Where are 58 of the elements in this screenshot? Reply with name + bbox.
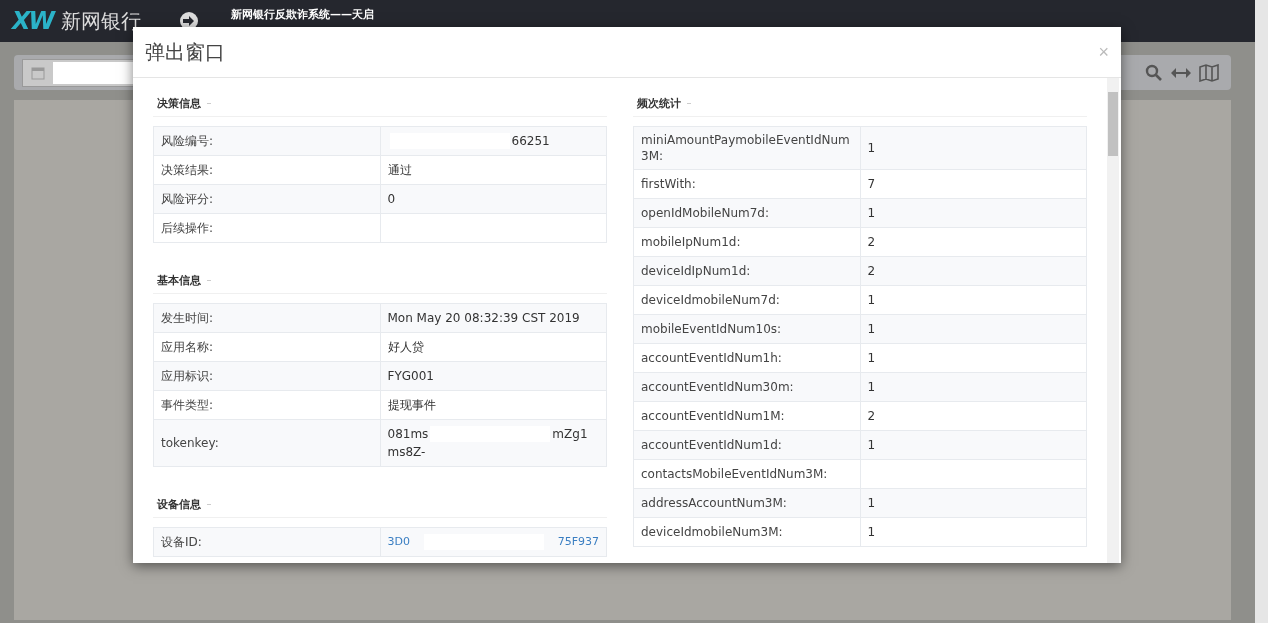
double-arrow-icon[interactable]: [1171, 66, 1191, 79]
field-label: accountEventIdNum1M:: [633, 401, 860, 431]
section-title: 决策信息: [157, 95, 201, 111]
field-value: 2: [860, 227, 1087, 257]
field-label: deviceIdmobileNum7d:: [633, 285, 860, 315]
field-value: 1: [860, 126, 1087, 170]
section-title: 设备信息: [157, 496, 201, 512]
calendar-icon: [31, 65, 45, 80]
field-label: accountEventIdNum1d:: [633, 430, 860, 460]
field-value: 1: [860, 488, 1087, 518]
field-label: deviceIdIpNum1d:: [633, 256, 860, 286]
field-label: openIdMobileNum7d:: [633, 198, 860, 228]
field-value: 通过: [380, 155, 607, 185]
field-label: addressAccountNum3M:: [633, 488, 860, 518]
field-value: 2: [860, 401, 1087, 431]
field-label: 设备ID:: [153, 527, 380, 557]
field-value: 好人贷: [380, 332, 607, 362]
field-label: deviceIdmobileNum3M:: [633, 517, 860, 547]
field-label: 应用标识:: [153, 361, 380, 391]
field-value: 1: [860, 314, 1087, 344]
field-label: 决策结果:: [153, 155, 380, 185]
search-icon[interactable]: [1145, 63, 1163, 82]
field-label: contactsMobileEventIdNum3M:: [633, 459, 860, 489]
field-label: 应用名称:: [153, 332, 380, 362]
field-value: 081ms mZg1 ms8Z-: [380, 419, 607, 467]
field-value: 1: [860, 517, 1087, 547]
field-label: accountEventIdNum30m:: [633, 372, 860, 402]
map-icon[interactable]: [1199, 63, 1219, 82]
field-label: tokenkey:: [153, 419, 380, 467]
field-value: 66251: [380, 126, 607, 156]
field-label: 风险评分:: [153, 184, 380, 214]
field-value: 7: [860, 169, 1087, 199]
logo: XW: [12, 7, 53, 35]
field-value: 1: [860, 372, 1087, 402]
field-label: 事件类型:: [153, 390, 380, 420]
field-value: 0: [380, 184, 607, 214]
app-title: 新网银行反欺诈系统——天启: [231, 6, 374, 22]
field-label: mobileEventIdNum10s:: [633, 314, 860, 344]
field-value: 1: [860, 343, 1087, 373]
field-value: FYG001: [380, 361, 607, 391]
field-label: firstWith:: [633, 169, 860, 199]
device-id-link[interactable]: 3D0 75F937: [380, 527, 607, 557]
section-title: 基本信息: [157, 272, 201, 288]
field-value: 1: [860, 198, 1087, 228]
scrollbar[interactable]: [1107, 78, 1119, 563]
field-label: miniAmountPaymobileEventIdNum3M:: [633, 126, 860, 170]
field-label: 风险编号:: [153, 126, 380, 156]
section-title: 频次统计: [637, 95, 681, 111]
field-value: 1: [860, 430, 1087, 460]
field-value: 提现事件: [380, 390, 607, 420]
field-label: 发生时间:: [153, 303, 380, 333]
field-value: 1: [860, 285, 1087, 315]
modal-title: 弹出窗口: [145, 38, 225, 66]
field-value: Mon May 20 08:32:39 CST 2019: [380, 303, 607, 333]
field-label: mobileIpNum1d:: [633, 227, 860, 257]
field-label: accountEventIdNum1h:: [633, 343, 860, 373]
field-label: 后续操作:: [153, 213, 380, 243]
field-value: 2: [860, 256, 1087, 286]
